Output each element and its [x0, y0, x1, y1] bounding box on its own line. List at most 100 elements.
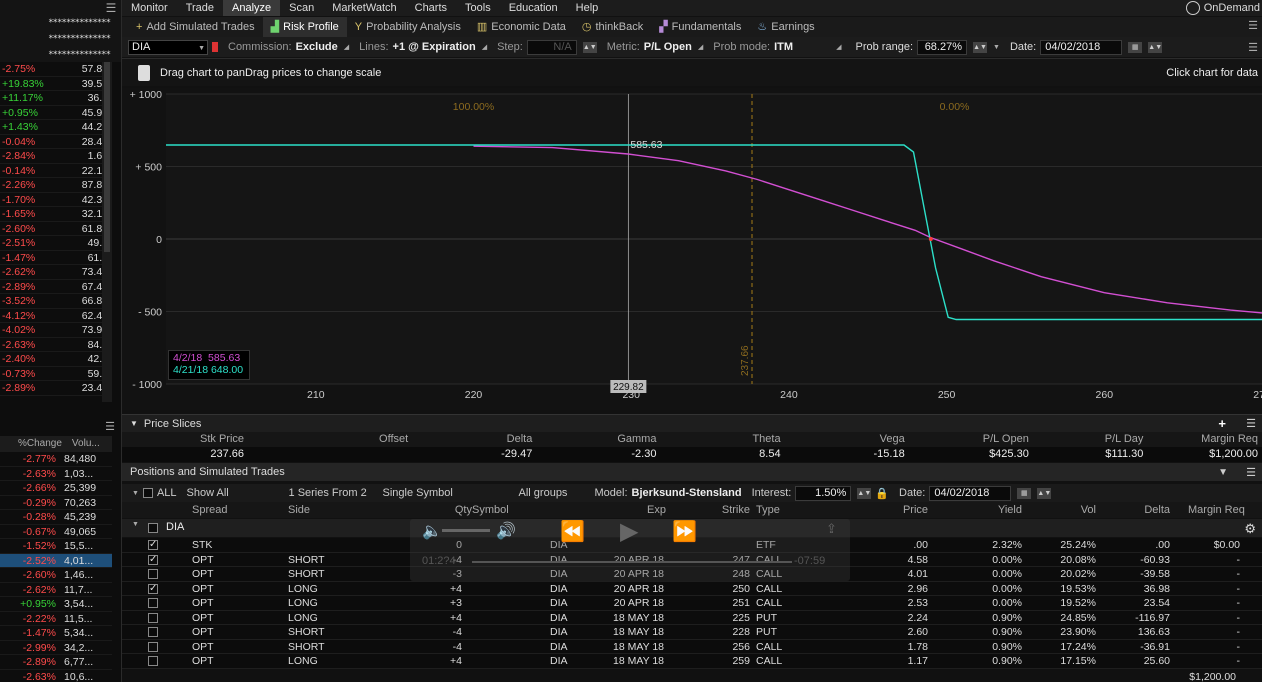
- interest-stepper[interactable]: ▲▼: [857, 487, 872, 499]
- collapse-icon[interactable]: ▼: [130, 419, 138, 428]
- model-dropdown[interactable]: Bjerksund-Stensland: [632, 487, 742, 499]
- watchlist-row[interactable]: -2.26% 87.85: [0, 178, 112, 193]
- position-row[interactable]: OPT LONG +4 DIA 20 APR 18 250 CALL 2.96 0.00% 19.…: [122, 581, 1262, 596]
- volume-slider[interactable]: [442, 529, 490, 532]
- col-strike[interactable]: Strike: [702, 502, 750, 518]
- col-side[interactable]: Side: [288, 502, 310, 518]
- volume-icon[interactable]: 🔈: [422, 521, 442, 541]
- col-yield[interactable]: Yield: [972, 502, 1022, 518]
- metric-dropdown[interactable]: P/L Open: [644, 41, 692, 53]
- watchlist-row[interactable]: -3.52% 66.81: [0, 294, 112, 309]
- watchlist-row[interactable]: -1.47% 61.4: [0, 251, 112, 265]
- commission-dropdown[interactable]: Exclude: [296, 41, 338, 53]
- row-checkbox[interactable]: [148, 612, 158, 623]
- col-qty[interactable]: Qty: [418, 502, 472, 518]
- volume-row[interactable]: -2.99% 34,2...: [0, 641, 112, 655]
- col-volume[interactable]: Volu...: [62, 436, 100, 452]
- tab-economic-data[interactable]: ▥ Economic Data: [469, 17, 574, 37]
- lines-dropdown[interactable]: +1 @ Expiration: [393, 41, 476, 53]
- slice-col-header[interactable]: Margin Req: [1147, 432, 1262, 447]
- add-slice-icon[interactable]: +: [1218, 416, 1226, 431]
- watchlist-row[interactable]: -1.70% 42.33: [0, 193, 112, 207]
- tab-fundamentals[interactable]: ▞ Fundamentals: [651, 17, 749, 37]
- ondemand-button[interactable]: OnDemand: [1185, 0, 1260, 16]
- col-change[interactable]: %Change: [0, 436, 62, 452]
- col-delta[interactable]: Delta: [1132, 502, 1170, 518]
- watchlist-row[interactable]: +1.43% 44.24: [0, 120, 112, 135]
- watchlist-row[interactable]: -0.14% 22.18: [0, 164, 112, 178]
- controls-menu-icon[interactable]: ☰: [1248, 41, 1258, 54]
- position-row[interactable]: OPT SHORT -4 DIA 18 MAY 18 228 PUT 2.60 0.90% 23.…: [122, 625, 1262, 640]
- col-price[interactable]: Price: [882, 502, 928, 518]
- date-input[interactable]: 04/02/2018: [1040, 39, 1123, 55]
- tab-thinkback[interactable]: ◷ thinkBack: [574, 17, 651, 37]
- series-dropdown[interactable]: 1 Series From 2: [289, 487, 367, 499]
- slices-menu-icon[interactable]: ☰: [1246, 417, 1256, 430]
- select-all-checkbox[interactable]: [142, 488, 153, 498]
- row-checkbox[interactable]: [148, 569, 158, 579]
- volume-row[interactable]: -0.28% 45,239: [0, 510, 112, 525]
- date-stepper[interactable]: ▲▼: [1148, 41, 1163, 53]
- volume-row[interactable]: -2.66% 25,399: [0, 481, 112, 496]
- watchlist-row[interactable]: -2.89% 67.47: [0, 280, 112, 294]
- col-type[interactable]: Type: [756, 502, 780, 518]
- pane-menu-icon[interactable]: ☰: [100, 0, 121, 16]
- positions-date-input[interactable]: 04/02/2018: [929, 485, 1012, 501]
- watchlist-row[interactable]: -2.51% 49.7: [0, 236, 112, 251]
- prob-mode-dropdown[interactable]: ITM: [774, 41, 830, 53]
- volume-row[interactable]: -2.60% 1,46...: [0, 568, 112, 583]
- volume-row[interactable]: -2.63% 1,03...: [0, 467, 112, 481]
- fast-forward-icon[interactable]: ⏩: [672, 519, 697, 544]
- tab-risk-profile[interactable]: ▟ Risk Profile: [262, 17, 347, 37]
- col-margin-req[interactable]: Margin Req: [1188, 502, 1245, 518]
- watchlist-row[interactable]: +0.95% 45.97: [0, 106, 112, 120]
- group-checkbox[interactable]: [148, 523, 158, 533]
- row-checkbox[interactable]: [148, 641, 158, 652]
- volume-row[interactable]: -1.47% 5,34...: [0, 626, 112, 641]
- watchlist-row[interactable]: -0.73% 59.8: [0, 367, 112, 381]
- col-vol[interactable]: Vol: [1048, 502, 1096, 518]
- show-all-dropdown[interactable]: Show All: [187, 487, 229, 499]
- volume-row[interactable]: -2.62% 11,7...: [0, 583, 112, 597]
- volume-row[interactable]: -2.22% 11,5...: [0, 612, 112, 626]
- slice-col-header[interactable]: Delta: [412, 432, 536, 447]
- menu-monitor[interactable]: Monitor: [122, 0, 177, 16]
- groups-dropdown[interactable]: All groups: [519, 487, 568, 499]
- watchlist-row[interactable]: -0.04% 28.46: [0, 135, 112, 149]
- row-checkbox[interactable]: [148, 598, 158, 608]
- menu-marketwatch[interactable]: MarketWatch: [323, 0, 405, 16]
- watchlist-row[interactable]: -4.12% 62.43: [0, 309, 112, 323]
- watchlist-row[interactable]: -2.84% 1.63: [0, 149, 112, 164]
- risk-profile-svg[interactable]: + 1000+ 5000- 500- 1000210 220 230 240 250 26…: [122, 88, 1262, 410]
- filter-icon[interactable]: ▼: [1218, 467, 1228, 478]
- slice-col-header[interactable]: Offset: [248, 432, 412, 447]
- position-row[interactable]: OPT SHORT -4 DIA 18 MAY 18 256 CALL 1.78 0.90% 17…: [122, 639, 1262, 654]
- menu-education[interactable]: Education: [500, 0, 567, 16]
- row-checkbox[interactable]: [148, 627, 158, 637]
- volume-max-icon[interactable]: 🔊: [496, 521, 516, 541]
- row-checkbox[interactable]: [148, 656, 158, 666]
- volume-row[interactable]: -2.63% 10,6...: [0, 670, 112, 682]
- single-symbol-dropdown[interactable]: Single Symbol: [383, 487, 453, 499]
- step-stepper[interactable]: ▲▼: [582, 41, 597, 53]
- tab-probability-analysis[interactable]: Y Probability Analysis: [347, 17, 469, 37]
- row-checkbox[interactable]: [148, 553, 158, 567]
- step-input[interactable]: N/A: [526, 39, 577, 55]
- rewind-icon[interactable]: ⏪: [560, 519, 585, 544]
- lock-icon[interactable]: 🔒: [875, 487, 889, 500]
- video-player-overlay[interactable]: 🔈 🔊 ⏪ ▶ ⏩ ⇪ 01:2?4 -07:59: [410, 517, 850, 581]
- price-slices-header[interactable]: ▼ Price Slices + ☰: [122, 414, 1262, 432]
- play-icon[interactable]: ▶: [620, 517, 638, 546]
- menu-trade[interactable]: Trade: [177, 0, 223, 16]
- watchlist-row[interactable]: -2.40% 42.9: [0, 352, 112, 367]
- watchlist-row[interactable]: -2.75% 57.88: [0, 62, 112, 77]
- positions-menu-icon[interactable]: ☰: [1246, 466, 1256, 479]
- slice-value[interactable]: 237.66: [122, 447, 248, 462]
- date-stepper[interactable]: ▲▼: [1037, 487, 1052, 499]
- pane-menu-icon[interactable]: ☰: [99, 420, 121, 434]
- slice-col-header[interactable]: Stk Price: [122, 432, 248, 447]
- risk-profile-chart[interactable]: + 1000 + 500 0- 500- 1000 210 220 230 240 250 26…: [122, 88, 1262, 410]
- row-checkbox[interactable]: [148, 582, 158, 596]
- watchlist-row[interactable]: -4.02% 73.91: [0, 323, 112, 338]
- position-row[interactable]: OPT LONG +4 DIA 18 MAY 18 259 CALL 1.17 0.90% 17.…: [122, 654, 1262, 669]
